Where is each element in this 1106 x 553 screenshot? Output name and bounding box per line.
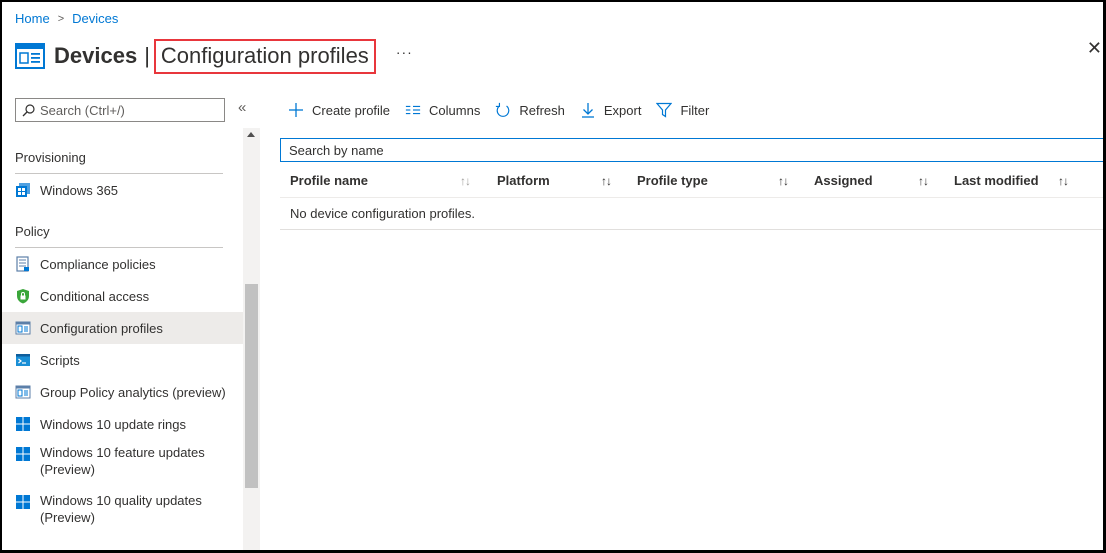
- title-separator: |: [144, 43, 150, 68]
- profile-search-box: [280, 138, 1106, 162]
- sidebar-item-conditional-access[interactable]: Conditional access: [0, 280, 243, 312]
- sidebar-item-label: Windows 10 feature updates (Preview): [40, 445, 205, 477]
- sidebar-item-label: Conditional access: [40, 288, 150, 304]
- create-profile-label: Create profile: [312, 102, 391, 118]
- breadcrumb-devices-link[interactable]: Devices: [72, 11, 118, 26]
- sidebar-item-group-policy-analytics[interactable]: Group Policy analytics (preview): [0, 376, 243, 408]
- columns-button[interactable]: Columns: [405, 102, 480, 118]
- filter-label: Filter: [680, 102, 710, 118]
- sort-icon[interactable]: ↑↓: [778, 166, 789, 198]
- close-button[interactable]: ✕: [1087, 38, 1102, 59]
- sidebar-item-label: Windows 365: [40, 182, 119, 198]
- sidebar-item-label: Windows 10 update rings: [40, 416, 186, 432]
- gp-analytics-icon: [15, 385, 31, 399]
- sidebar-item-configuration-profiles[interactable]: Configuration profiles: [0, 312, 243, 344]
- sidebar-item-label: Configuration profiles: [40, 320, 163, 336]
- column-header-last-modified[interactable]: Last modified: [954, 166, 1039, 198]
- column-header-profile-type[interactable]: Profile type: [637, 166, 708, 198]
- compliance-icon: [16, 256, 29, 272]
- subtitle-highlight-box: Configuration profiles: [153, 38, 376, 74]
- refresh-button[interactable]: Refresh: [495, 102, 565, 118]
- refresh-icon: [496, 102, 510, 117]
- sort-icon[interactable]: ↑↓: [918, 166, 929, 198]
- scroll-thumb[interactable]: [245, 284, 258, 488]
- search-by-name-input[interactable]: [289, 142, 889, 158]
- sidebar-scrollbar[interactable]: [243, 128, 260, 553]
- sidebar-item-label: Group Policy analytics (preview): [40, 384, 226, 400]
- sidebar-nav: Provisioning Windows 365 Policy Complian…: [0, 140, 243, 536]
- sidebar-item-label: Compliance policies: [40, 256, 156, 272]
- breadcrumb: Home > Devices: [15, 11, 118, 26]
- windows-icon: [16, 495, 30, 509]
- sort-icon[interactable]: ↑↓: [1058, 166, 1069, 198]
- column-header-assigned[interactable]: Assigned: [814, 166, 873, 198]
- download-icon: [581, 103, 594, 118]
- table-header: Profile name ↑↓ Platform ↑↓ Profile type…: [280, 166, 1106, 198]
- more-options-button[interactable]: ···: [396, 44, 413, 60]
- filter-icon: [656, 102, 673, 118]
- sidebar-item-scripts[interactable]: Scripts: [0, 344, 243, 376]
- column-header-profile-name[interactable]: Profile name: [290, 166, 368, 198]
- config-profile-icon: [15, 321, 31, 335]
- collapse-sidebar-button[interactable]: «: [238, 99, 246, 116]
- page-subtitle: Configuration profiles: [160, 43, 369, 68]
- shield-lock-icon: [17, 289, 29, 304]
- columns-icon: [405, 105, 421, 115]
- sidebar-item-windows-365[interactable]: Windows 365: [0, 174, 243, 206]
- sidebar-item-windows-10-quality-updates[interactable]: Windows 10 quality updates (Preview): [0, 488, 243, 536]
- sidebar-item-label: Windows 10 quality updates (Preview): [40, 493, 202, 525]
- sort-icon[interactable]: ↑↓: [601, 166, 612, 198]
- sidebar-search-input[interactable]: [40, 102, 220, 118]
- sidebar-item-windows-10-feature-updates[interactable]: Windows 10 feature updates (Preview): [0, 440, 243, 488]
- windows365-icon: [16, 183, 30, 197]
- sort-icon[interactable]: ↑↓: [460, 166, 471, 198]
- columns-label: Columns: [429, 102, 481, 118]
- section-title-provisioning: Provisioning: [15, 150, 86, 165]
- breadcrumb-separator: >: [57, 12, 65, 25]
- section-title-policy: Policy: [15, 224, 50, 239]
- breadcrumb-home-link[interactable]: Home: [15, 11, 50, 26]
- refresh-label: Refresh: [519, 102, 565, 118]
- config-profile-header-icon: [15, 43, 45, 69]
- scroll-up-arrow[interactable]: [247, 132, 255, 137]
- search-icon: [22, 103, 35, 116]
- plus-icon: [289, 103, 303, 117]
- export-label: Export: [603, 102, 642, 118]
- create-profile-button[interactable]: Create profile: [288, 102, 390, 118]
- command-bar: Create profile Columns Refresh Export Fi…: [288, 99, 724, 121]
- script-icon: [16, 354, 30, 366]
- column-header-platform[interactable]: Platform: [497, 166, 550, 198]
- sidebar-item-windows-10-update-rings[interactable]: Windows 10 update rings: [0, 408, 243, 440]
- windows-icon: [16, 447, 30, 461]
- windows-icon: [16, 417, 30, 431]
- export-button[interactable]: Export: [580, 102, 642, 118]
- empty-table-message: No device configuration profiles.: [280, 199, 1106, 230]
- sidebar-item-label: Scripts: [40, 352, 80, 368]
- filter-button[interactable]: Filter: [656, 102, 709, 118]
- sidebar-search-box: [15, 98, 225, 122]
- page-header: Devices | Configuration profiles ···: [15, 36, 413, 76]
- sidebar-item-compliance-policies[interactable]: Compliance policies: [0, 248, 243, 280]
- page-title: Devices: [54, 43, 138, 68]
